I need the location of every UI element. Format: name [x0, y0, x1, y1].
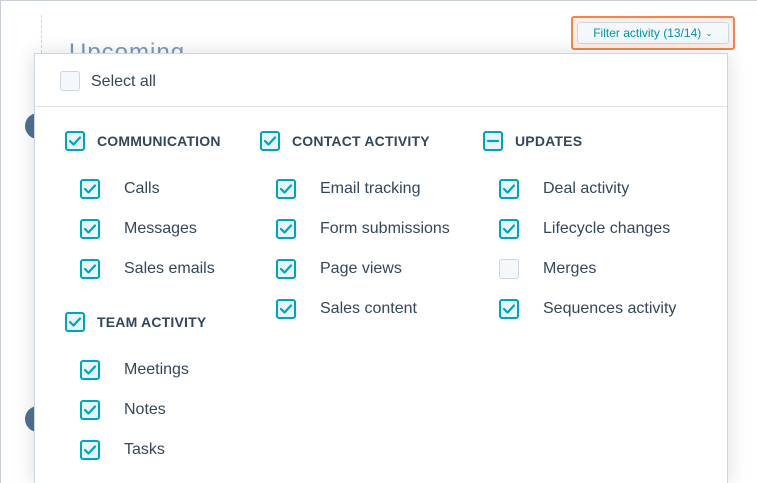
group-label: COMMUNICATION	[97, 133, 221, 149]
select-all-label: Select all	[91, 73, 156, 90]
group-communication[interactable]: COMMUNICATION	[65, 131, 221, 151]
group-label: CONTACT ACTIVITY	[292, 133, 430, 149]
filter-item-tasks[interactable]: Tasks	[80, 440, 165, 460]
checkbox-checked-icon[interactable]	[499, 219, 519, 239]
chevron-down-icon: ⌄	[705, 27, 713, 38]
timeline-card-edge	[727, 101, 737, 481]
item-label: Lifecycle changes	[543, 220, 671, 237]
group-contact-activity[interactable]: CONTACT ACTIVITY	[260, 131, 430, 151]
checkbox-checked-icon[interactable]	[80, 400, 100, 420]
select-all-checkbox[interactable]	[60, 71, 80, 91]
group-updates[interactable]: UPDATES	[483, 131, 582, 151]
group-label: TEAM ACTIVITY	[97, 314, 207, 330]
item-label: Sequences activity	[543, 300, 677, 317]
item-label: Form submissions	[320, 220, 450, 237]
checkbox-checked-icon[interactable]	[260, 131, 280, 151]
filter-item-sales-content[interactable]: Sales content	[276, 299, 417, 319]
group-team-activity[interactable]: TEAM ACTIVITY	[65, 312, 206, 332]
checkbox-checked-icon[interactable]	[276, 299, 296, 319]
checkbox-unchecked-icon[interactable]	[499, 259, 519, 279]
filter-activity-button[interactable]: Filter activity (13/14) ⌄	[577, 22, 729, 44]
item-label: Tasks	[124, 441, 165, 458]
item-label: Calls	[124, 180, 160, 197]
filter-item-email-tracking[interactable]: Email tracking	[276, 179, 420, 199]
checkbox-partial-icon[interactable]	[483, 131, 503, 151]
item-label: Sales emails	[124, 260, 215, 277]
item-label: Page views	[320, 260, 402, 277]
timeline-dashed-line	[41, 15, 42, 53]
filter-item-page-views[interactable]: Page views	[276, 259, 402, 279]
item-label: Merges	[543, 260, 597, 277]
filter-item-messages[interactable]: Messages	[80, 219, 197, 239]
filter-activity-label: Filter activity (13/14)	[593, 26, 702, 40]
filter-item-sales-emails[interactable]: Sales emails	[80, 259, 215, 279]
filter-activity-dropdown: Select all COMMUNICATION Calls Messages …	[34, 53, 728, 483]
checkbox-checked-icon[interactable]	[276, 219, 296, 239]
item-label: Messages	[124, 220, 197, 237]
filter-item-meetings[interactable]: Meetings	[80, 360, 189, 380]
item-label: Sales content	[320, 300, 417, 317]
select-all-row[interactable]: Select all	[35, 54, 727, 107]
filter-item-merges[interactable]: Merges	[499, 259, 596, 279]
checkbox-checked-icon[interactable]	[499, 179, 519, 199]
filter-item-deal-activity[interactable]: Deal activity	[499, 179, 629, 199]
filter-button-highlight: Filter activity (13/14) ⌄	[571, 16, 735, 50]
group-label: UPDATES	[515, 133, 583, 149]
checkbox-checked-icon[interactable]	[276, 179, 296, 199]
checkbox-checked-icon[interactable]	[80, 259, 100, 279]
filter-item-calls[interactable]: Calls	[80, 179, 160, 199]
checkbox-checked-icon[interactable]	[276, 259, 296, 279]
checkbox-checked-icon[interactable]	[80, 219, 100, 239]
timeline-page: Upcoming Filter activity (13/14) ⌄ Selec…	[1, 1, 757, 483]
item-label: Email tracking	[320, 180, 421, 197]
checkbox-checked-icon[interactable]	[80, 179, 100, 199]
checkbox-checked-icon[interactable]	[80, 360, 100, 380]
window-frame: Upcoming Filter activity (13/14) ⌄ Selec…	[0, 0, 757, 483]
item-label: Meetings	[124, 361, 189, 378]
filter-item-sequences-activity[interactable]: Sequences activity	[499, 299, 676, 319]
checkbox-checked-icon[interactable]	[65, 131, 85, 151]
filter-item-lifecycle-changes[interactable]: Lifecycle changes	[499, 219, 670, 239]
item-label: Notes	[124, 401, 166, 418]
item-label: Deal activity	[543, 180, 630, 197]
checkbox-checked-icon[interactable]	[80, 440, 100, 460]
filter-item-notes[interactable]: Notes	[80, 400, 166, 420]
checkbox-checked-icon[interactable]	[65, 312, 85, 332]
checkbox-checked-icon[interactable]	[499, 299, 519, 319]
filter-item-form-submissions[interactable]: Form submissions	[276, 219, 450, 239]
